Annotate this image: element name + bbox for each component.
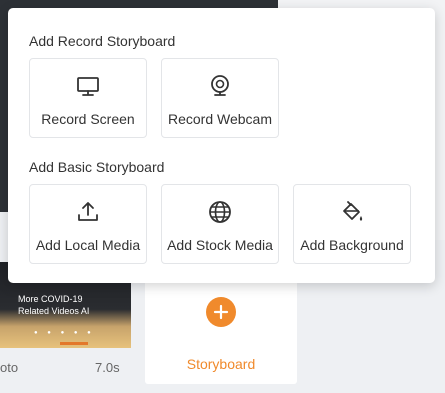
add-stock-media-label: Add Stock Media: [167, 237, 273, 253]
thumbnail-social-icons: ● ● ● ● ●: [34, 330, 95, 336]
record-section-title: Add Record Storyboard: [29, 33, 176, 49]
globe-icon: [207, 199, 233, 225]
thumbnail-text-line2: Related Videos AI: [18, 306, 90, 316]
popover-caret: [213, 275, 229, 283]
add-background-label: Add Background: [300, 237, 404, 253]
thumbnail-text-line1: More COVID-19: [18, 294, 83, 304]
add-background-button[interactable]: Add Background: [293, 184, 411, 264]
storyboard-label[interactable]: Storyboard: [145, 356, 297, 372]
add-local-media-label: Add Local Media: [35, 237, 141, 253]
add-stock-media-button[interactable]: Add Stock Media: [161, 184, 279, 264]
media-card-duration: 7.0s: [95, 360, 120, 375]
paint-bucket-icon: [339, 199, 365, 225]
basic-section-title: Add Basic Storyboard: [29, 159, 165, 175]
add-local-media-button[interactable]: Add Local Media: [29, 184, 147, 264]
media-card-label: oto: [0, 360, 19, 375]
upload-icon: [75, 199, 101, 225]
webcam-icon: [207, 73, 233, 99]
monitor-icon: [75, 73, 101, 99]
add-storyboard-popover: Add Record Storyboard Record Screen Reco…: [8, 8, 435, 283]
record-screen-button[interactable]: Record Screen: [29, 58, 147, 138]
plus-icon: [213, 304, 229, 320]
add-storyboard-button[interactable]: [206, 297, 236, 327]
record-webcam-label: Record Webcam: [167, 111, 272, 127]
thumbnail-accent-stripe: [60, 342, 88, 345]
record-screen-label: Record Screen: [41, 111, 135, 127]
record-webcam-button[interactable]: Record Webcam: [161, 58, 279, 138]
